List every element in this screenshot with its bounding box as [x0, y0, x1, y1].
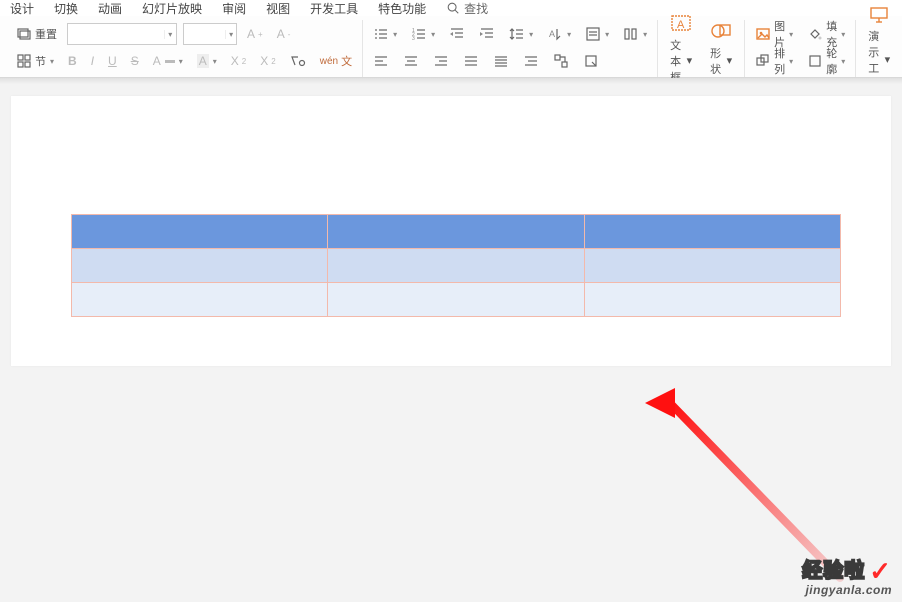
menu-tab-view[interactable]: 视图 — [266, 0, 290, 17]
table-row[interactable] — [72, 249, 841, 283]
outdent-icon — [449, 26, 465, 42]
reset-label: 重置 — [35, 26, 57, 42]
svg-text:A: A — [677, 19, 685, 31]
align-text-button[interactable]: ▾ — [581, 24, 613, 44]
indent-icon — [479, 26, 495, 42]
textbox-icon: A — [670, 13, 692, 35]
watermark-url: jingyanla.com — [802, 584, 892, 596]
menu-tab-special[interactable]: 特色功能 — [378, 0, 426, 17]
arrange-button[interactable]: 排列▾ — [751, 43, 797, 79]
change-case-button[interactable] — [286, 51, 310, 71]
shape-button[interactable]: 形状▾ — [704, 19, 738, 79]
line-spacing-icon — [509, 26, 525, 42]
menu-tab-transition[interactable]: 切换 — [54, 0, 78, 17]
check-icon: ✓ — [869, 558, 892, 584]
outline-button[interactable]: 轮廓▾ — [803, 43, 849, 79]
bullets-icon — [373, 26, 389, 42]
case-icon — [290, 53, 306, 69]
align-left-button[interactable] — [369, 51, 393, 71]
align-distribute-icon — [493, 53, 509, 69]
menu-tab-review[interactable]: 审阅 — [222, 0, 246, 17]
watermark: 经验啦 ✓ jingyanla.com — [802, 558, 892, 596]
font-size-input[interactable] — [184, 27, 225, 41]
line-spacing-button[interactable]: ▾ — [505, 24, 537, 44]
increase-font-button[interactable]: A+ — [243, 25, 267, 43]
menu-tab-slideshow[interactable]: 幻灯片放映 — [142, 0, 202, 17]
align-justify-icon — [463, 53, 479, 69]
svg-text:3: 3 — [412, 36, 415, 42]
dialog-icon — [583, 53, 599, 69]
arrange-icon — [755, 53, 771, 69]
textbox-button[interactable]: A 文本框▾ — [664, 11, 698, 87]
menu-search-label: 查找 — [464, 0, 488, 17]
text-direction-button[interactable]: A▾ — [543, 24, 575, 44]
align-right-button[interactable] — [429, 51, 453, 71]
highlight-button[interactable]: A▾ — [193, 52, 221, 70]
italic-button[interactable]: I — [87, 52, 98, 70]
columns-icon — [623, 26, 639, 42]
menu-bar: 设计 切换 动画 幻灯片放映 审阅 视图 开发工具 特色功能 查找 — [0, 0, 902, 16]
slide-canvas-area: 经验啦 ✓ jingyanla.com — [0, 78, 902, 602]
align-center-button[interactable] — [399, 51, 423, 71]
section-icon — [16, 53, 32, 69]
outline-icon — [807, 53, 823, 69]
align-right-icon — [433, 53, 449, 69]
align-justify-button[interactable] — [459, 51, 483, 71]
increase-indent-button[interactable] — [475, 24, 499, 44]
picture-icon — [755, 26, 771, 42]
font-name-input[interactable] — [68, 27, 164, 41]
toolbar-shadow — [0, 78, 902, 84]
subscript-button[interactable]: X2 — [256, 52, 279, 70]
tab-stops-button[interactable] — [519, 51, 543, 71]
chevron-down-icon[interactable]: ▾ — [225, 30, 236, 39]
inserted-table[interactable] — [71, 214, 841, 317]
section-label: 节 — [35, 53, 46, 69]
reset-icon — [16, 26, 32, 42]
table-row[interactable] — [72, 283, 841, 317]
section-button[interactable]: 节▾ — [12, 51, 58, 71]
text-direction-icon: A — [547, 26, 563, 42]
align-center-icon — [403, 53, 419, 69]
slide[interactable] — [11, 96, 891, 366]
bullets-button[interactable]: ▾ — [369, 24, 401, 44]
strikethrough-button[interactable]: S — [127, 52, 143, 70]
svg-text:A: A — [549, 29, 555, 39]
align-text-icon — [585, 26, 601, 42]
outline-label: 轮廓 — [826, 45, 837, 77]
fill-icon — [807, 26, 823, 42]
numbering-button[interactable]: 123▾ — [407, 24, 439, 44]
menu-tab-design[interactable]: 设计 — [10, 0, 34, 17]
paragraph-dialog-button[interactable] — [579, 51, 603, 71]
align-left-icon — [373, 53, 389, 69]
decrease-indent-button[interactable] — [445, 24, 469, 44]
monitor-icon — [868, 4, 890, 26]
pinyin-button[interactable]: wén文 — [316, 51, 356, 71]
ribbon-toolbar: 重置 ▾ ▾ A+ A- 节▾ B I U S A▾ A▾ X2 — [0, 16, 902, 78]
shape-label: 形状 — [710, 45, 724, 77]
font-name-combo[interactable]: ▾ — [67, 23, 177, 45]
search-icon — [446, 1, 460, 15]
arrange-label: 排列 — [774, 45, 785, 77]
decrease-font-button[interactable]: A- — [273, 25, 295, 43]
underline-button[interactable]: U — [104, 52, 121, 70]
menu-tab-developer[interactable]: 开发工具 — [310, 0, 358, 17]
menu-search[interactable]: 查找 — [446, 0, 488, 17]
chevron-down-icon[interactable]: ▾ — [164, 30, 176, 39]
watermark-text: 经验啦 — [802, 561, 865, 581]
font-size-combo[interactable]: ▾ — [183, 23, 237, 45]
numbering-icon: 123 — [411, 26, 427, 42]
columns-button[interactable]: ▾ — [619, 24, 651, 44]
menu-tab-animation[interactable]: 动画 — [98, 0, 122, 17]
align-distribute-button[interactable] — [489, 51, 513, 71]
font-color-button[interactable]: A▾ — [149, 52, 187, 70]
reset-button[interactable]: 重置 — [12, 24, 61, 44]
superscript-button[interactable]: X2 — [227, 52, 250, 70]
smart-art-button[interactable] — [549, 51, 573, 71]
bold-button[interactable]: B — [64, 52, 81, 70]
smartart-icon — [553, 53, 569, 69]
shape-icon — [710, 21, 732, 43]
table-row[interactable] — [72, 215, 841, 249]
tabs-icon — [523, 53, 539, 69]
